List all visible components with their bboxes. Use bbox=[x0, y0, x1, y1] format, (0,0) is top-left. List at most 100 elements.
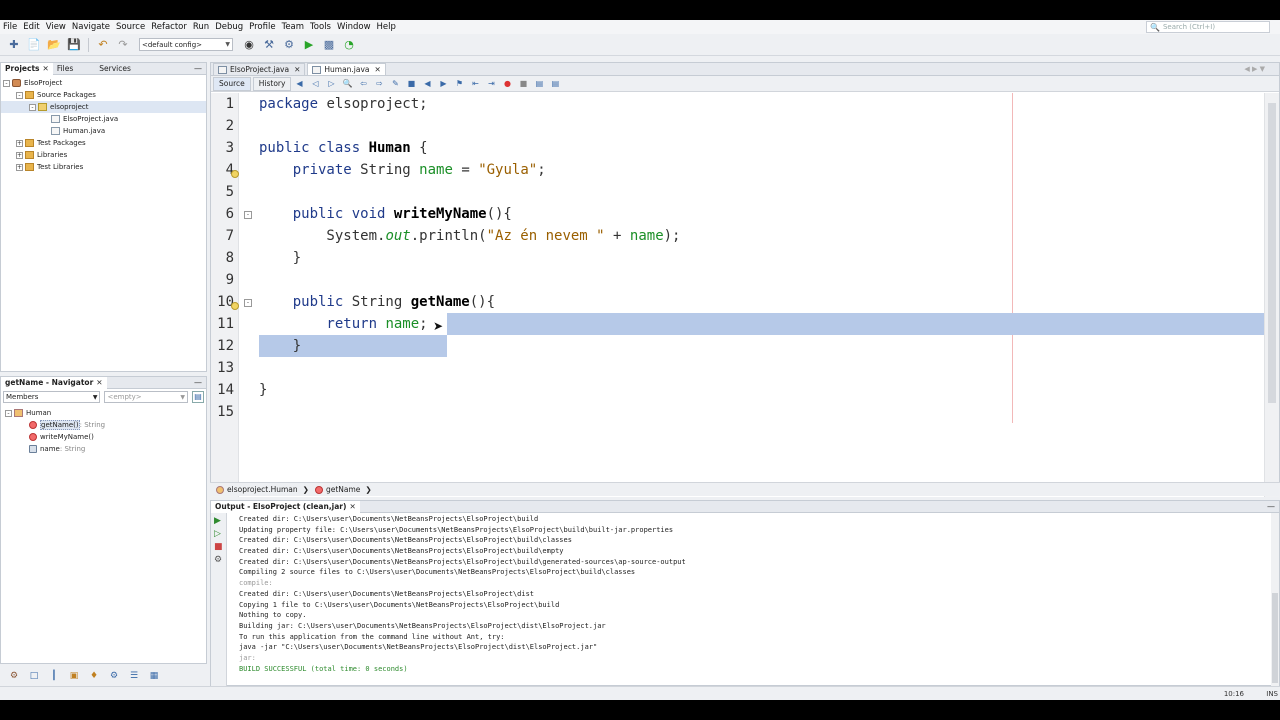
minimize-icon[interactable]: — bbox=[194, 64, 202, 73]
breadcrumb-method[interactable]: getName ❯ bbox=[314, 485, 372, 494]
lightbulb-hint-icon[interactable] bbox=[231, 170, 239, 178]
save-all-icon[interactable]: 💾 bbox=[66, 37, 82, 53]
rerun-with-params-icon[interactable]: ▷ bbox=[214, 529, 224, 539]
menu-edit[interactable]: Edit bbox=[20, 20, 42, 34]
redo-icon[interactable]: ↷ bbox=[115, 37, 131, 53]
close-icon[interactable]: ✕ bbox=[43, 64, 49, 73]
navigator-member[interactable]: getName() : String bbox=[1, 419, 206, 431]
toggle-selection-icon[interactable]: ■ bbox=[405, 78, 417, 90]
palette-icon[interactable]: ⚙ bbox=[7, 669, 21, 683]
toggle-highlight-icon[interactable]: ✎ bbox=[389, 78, 401, 90]
grid-icon[interactable]: ▦ bbox=[147, 669, 161, 683]
project-tree-item[interactable]: - Source Packages bbox=[1, 89, 206, 101]
expand-toggle[interactable]: + bbox=[16, 139, 23, 147]
record-macro-icon[interactable]: ● bbox=[501, 78, 513, 90]
shift-left-icon[interactable]: ⇤ bbox=[469, 78, 481, 90]
settings-icon[interactable]: ⚙ bbox=[214, 555, 224, 565]
project-tree-item[interactable]: - ElsoProject bbox=[1, 77, 206, 89]
navigator-member[interactable]: name : String bbox=[1, 443, 206, 455]
stop-macro-icon[interactable]: ■ bbox=[517, 78, 529, 90]
undo-icon[interactable]: ↶ bbox=[95, 37, 111, 53]
hammer-icon[interactable]: ⚒ bbox=[261, 37, 277, 53]
project-tree-item[interactable]: + Test Packages bbox=[1, 137, 206, 149]
code-area[interactable]: 1 2 3 4 5 6 7 8 9 10 11 12 13 14 15 - - package elsopr… bbox=[211, 93, 1266, 497]
project-tree-item[interactable]: Human.java bbox=[1, 125, 206, 137]
open-project-icon[interactable]: 📂 bbox=[46, 37, 62, 53]
menu-source[interactable]: Source bbox=[113, 20, 148, 34]
run-icon[interactable]: ▶ bbox=[301, 37, 317, 53]
menu-debug[interactable]: Debug bbox=[212, 20, 246, 34]
lightbulb-hint-icon[interactable] bbox=[231, 302, 239, 310]
find-next-icon[interactable]: ⇨ bbox=[373, 78, 385, 90]
expand-toggle[interactable]: - bbox=[3, 79, 10, 87]
next-bookmark-icon[interactable]: ▶ bbox=[437, 78, 449, 90]
toggle-bookmark-icon[interactable]: ⚑ bbox=[453, 78, 465, 90]
tab-output[interactable]: Output - ElsoProject (clean,jar) ✕ bbox=[211, 500, 360, 513]
project-tree-item[interactable]: + Libraries bbox=[1, 149, 206, 161]
tab-scroll-arrows-icon[interactable]: ◀ ▶ ▼ bbox=[1244, 65, 1265, 73]
menu-help[interactable]: Help bbox=[374, 20, 399, 34]
comment-icon[interactable]: ▤ bbox=[533, 78, 545, 90]
menu-refactor[interactable]: Refactor bbox=[148, 20, 190, 34]
editor-vertical-scrollbar[interactable] bbox=[1264, 93, 1279, 497]
navigator-member[interactable]: writeMyName() bbox=[1, 431, 206, 443]
uncomment-icon[interactable]: ▤ bbox=[549, 78, 561, 90]
menu-tools[interactable]: Tools bbox=[307, 20, 334, 34]
menu-window[interactable]: Window bbox=[334, 20, 374, 34]
navigator-options-icon[interactable]: ▤ bbox=[192, 391, 204, 403]
scrollbar-thumb[interactable] bbox=[1268, 103, 1276, 403]
collapse-toggle[interactable]: - bbox=[5, 409, 12, 417]
menu-profile[interactable]: Profile bbox=[246, 20, 278, 34]
config-select[interactable]: <default config> ▼ bbox=[139, 38, 233, 51]
minimize-icon[interactable]: — bbox=[1267, 502, 1275, 511]
scrollbar-thumb[interactable] bbox=[1272, 593, 1278, 683]
members-select[interactable]: Members ▼ bbox=[3, 391, 101, 403]
close-icon[interactable]: ✕ bbox=[96, 378, 102, 387]
forward-icon[interactable]: ▷ bbox=[325, 78, 337, 90]
menu-team[interactable]: Team bbox=[279, 20, 307, 34]
settings-icon[interactable]: ⚙ bbox=[107, 669, 121, 683]
menu-navigate[interactable]: Navigate bbox=[69, 20, 113, 34]
profile-icon[interactable]: ◔ bbox=[341, 37, 357, 53]
back-icon[interactable]: ◁ bbox=[309, 78, 321, 90]
find-previous-icon[interactable]: ⇦ bbox=[357, 78, 369, 90]
minimize-icon[interactable]: — bbox=[194, 378, 202, 387]
previous-bookmark-icon[interactable]: ◀ bbox=[421, 78, 433, 90]
service-icon[interactable]: ♦ bbox=[87, 669, 101, 683]
shift-right-icon[interactable]: ⇥ bbox=[485, 78, 497, 90]
output-scrollbar[interactable] bbox=[1271, 513, 1279, 687]
tab-navigator[interactable]: getName - Navigator ✕ bbox=[1, 376, 107, 389]
menu-view[interactable]: View bbox=[43, 20, 69, 34]
tab-files[interactable]: Files bbox=[53, 63, 77, 75]
expand-toggle[interactable]: + bbox=[16, 151, 23, 159]
expand-toggle[interactable]: - bbox=[29, 103, 36, 111]
navigator-class-row[interactable]: - Human bbox=[1, 407, 206, 419]
split-icon[interactable]: ┃ bbox=[47, 669, 61, 683]
new-file-icon[interactable]: 📄 bbox=[26, 37, 42, 53]
debug-icon[interactable]: ▩ bbox=[321, 37, 337, 53]
tab-human-java[interactable]: Human.java ✕ bbox=[307, 63, 386, 75]
tab-projects[interactable]: Projects ✕ bbox=[1, 62, 53, 75]
project-tree-item[interactable]: - elsoproject bbox=[1, 101, 206, 113]
close-icon[interactable]: ✕ bbox=[294, 65, 300, 74]
new-project-icon[interactable]: ✚ bbox=[6, 37, 22, 53]
search-box[interactable]: 🔍 Search (Ctrl+I) bbox=[1146, 21, 1270, 33]
tab-elsoproject-java[interactable]: ElsoProject.java ✕ bbox=[213, 63, 306, 75]
menu-file[interactable]: File bbox=[0, 20, 20, 34]
project-tree-item[interactable]: ElsoProject.java bbox=[1, 113, 206, 125]
filter-select[interactable]: <empty> ▼ bbox=[104, 391, 189, 403]
expand-toggle[interactable]: - bbox=[16, 91, 23, 99]
globe-icon[interactable]: ◉ bbox=[241, 37, 257, 53]
tab-services[interactable]: Services bbox=[95, 63, 135, 75]
clean-build-icon[interactable]: ⚙ bbox=[281, 37, 297, 53]
window-icon[interactable]: □ bbox=[27, 669, 41, 683]
fold-toggle-icon[interactable]: - bbox=[244, 299, 252, 307]
fold-toggle-icon[interactable]: - bbox=[244, 211, 252, 219]
history-tab[interactable]: History bbox=[252, 76, 292, 91]
source-tab[interactable]: Source bbox=[213, 76, 251, 91]
lock-icon[interactable]: ▣ bbox=[67, 669, 81, 683]
menu-run[interactable]: Run bbox=[190, 20, 212, 34]
breadcrumb-class[interactable]: elsoproject.Human ❯ bbox=[216, 485, 309, 494]
rerun-icon[interactable]: ▶ bbox=[214, 516, 224, 526]
stop-icon[interactable]: ■ bbox=[214, 542, 224, 552]
